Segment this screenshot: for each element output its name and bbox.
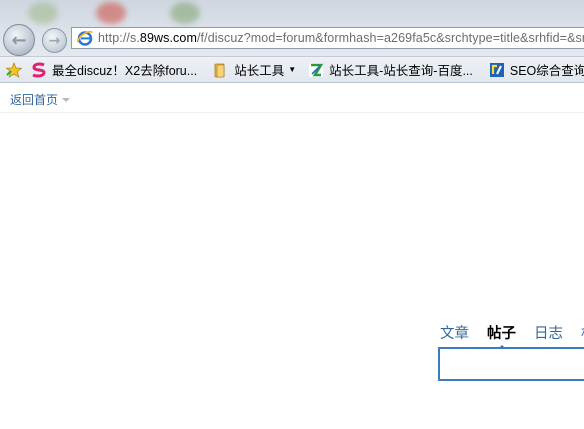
dropdown-caret-icon: ▼ xyxy=(288,65,297,74)
forward-arrow-icon: → xyxy=(48,32,61,49)
chinaz-icon xyxy=(309,62,324,77)
favorite-item-seo[interactable]: SEO综合查询 - 站 xyxy=(489,60,584,79)
blurred-taskbar-icon xyxy=(28,2,58,24)
favorite-label: SEO综合查询 - 站 xyxy=(509,64,584,78)
back-home-label: 返回首页 xyxy=(10,93,59,107)
navigation-bar: ← → http://s.89ws.com/f/discuz?mod=forum… xyxy=(0,0,584,56)
seo-icon xyxy=(489,62,504,77)
forward-button[interactable]: → xyxy=(42,28,67,53)
back-arrow-icon: ← xyxy=(11,29,27,51)
blurred-taskbar-icon xyxy=(170,2,200,24)
favorite-folder-webmaster-tools[interactable]: 站长工具 ▼ xyxy=(213,60,296,79)
folder-icon xyxy=(214,63,225,77)
ie-logo-icon xyxy=(76,31,93,46)
url-text: http://s.89ws.com/f/discuz?mod=forum&for… xyxy=(98,31,584,45)
favorite-item-chinaz[interactable]: 站长工具-站长查询-百度... xyxy=(308,60,473,79)
tab-blogs[interactable]: 日志 xyxy=(534,324,563,346)
favorite-item-discuz[interactable]: 最全discuz！X2去除foru... xyxy=(31,60,197,79)
tab-articles[interactable]: 文章 xyxy=(440,324,469,346)
chevron-down-icon xyxy=(62,98,71,102)
tab-posts[interactable]: 帖子 xyxy=(487,324,516,350)
s-logo-icon xyxy=(32,61,46,78)
address-bar[interactable]: http://s.89ws.com/f/discuz?mod=forum&for… xyxy=(71,27,584,49)
search-tabs: 文章 帖子 日志 相 xyxy=(440,324,584,350)
favorite-label: 最全discuz！X2去除foru... xyxy=(52,64,198,78)
favorite-label: 站长工具 xyxy=(234,64,285,78)
favorites-star-icon[interactable] xyxy=(6,61,22,78)
page-topbar: 返回首页 xyxy=(0,83,584,113)
favorite-label: 站长工具-站长查询-百度... xyxy=(329,64,473,78)
back-home-link[interactable]: 返回首页 xyxy=(10,91,71,108)
search-input[interactable] xyxy=(438,347,584,381)
favorites-bar: 最全discuz！X2去除foru... 站长工具 ▼ 站长工具-站长查询-百度… xyxy=(0,56,584,83)
browser-window: ← → http://s.89ws.com/f/discuz?mod=forum… xyxy=(0,0,584,429)
back-button[interactable]: ← xyxy=(3,24,35,56)
blurred-taskbar-icon xyxy=(96,2,126,24)
